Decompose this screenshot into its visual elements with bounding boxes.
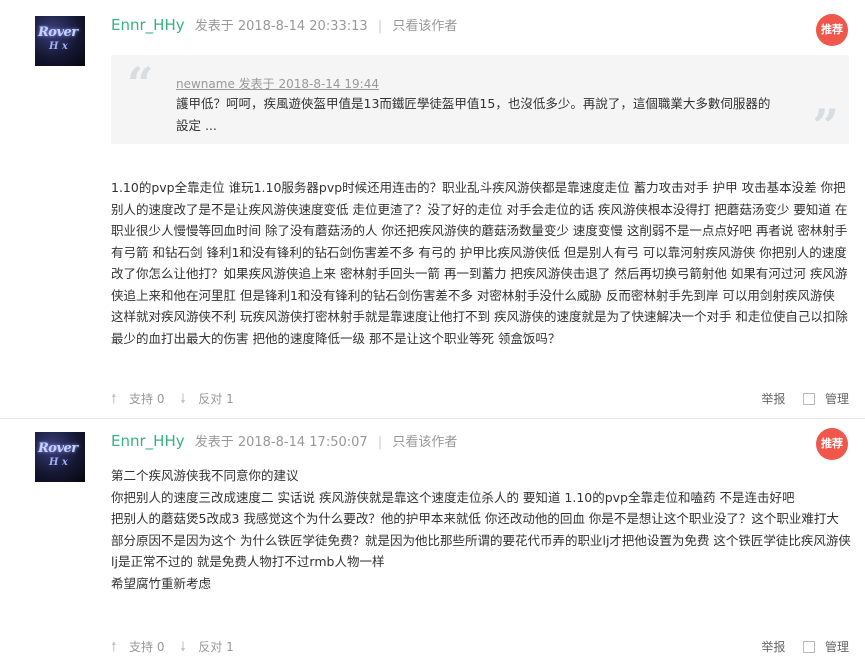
post-content: 1.10的pvp全靠走位 谁玩1.10服务器pvp时候还用连击的？职业乱斗疾风游… (111, 180, 848, 346)
avatar[interactable]: Rover H x (35, 432, 85, 482)
content-line: 你把别人的速度三改成速度二 实话说 疾风游侠就是靠这个速度走位杀人的 要知道 1… (111, 489, 795, 505)
post-tools: 举报 管理 (761, 638, 849, 655)
separator: | (377, 19, 383, 34)
recommend-badge[interactable]: 推荐 (816, 428, 848, 460)
only-author-link[interactable]: 只看该作者 (392, 19, 457, 34)
only-author-link[interactable]: 只看该作者 (392, 435, 457, 450)
arrow-down-icon: 🠗 (180, 640, 186, 655)
oppose-label: 反对 1 (198, 392, 234, 406)
content-line: 第二个疾风游侠我不同意你的建议 (111, 468, 299, 483)
oppose-label: 反对 1 (198, 640, 234, 654)
oppose-button[interactable]: 🠗 反对 1 (180, 390, 233, 412)
manage-label[interactable]: 管理 (825, 640, 849, 654)
separator: | (377, 435, 383, 450)
support-button[interactable]: 🠕 支持 0 (111, 390, 164, 412)
author-line: Ennr_HHy 发表于 2018-8-14 17:50:07 | 只看该作者 (111, 431, 457, 450)
vote-actions: 🠕 支持 0 🠗 反对 1 (111, 638, 246, 660)
support-label: 支持 0 (129, 640, 165, 654)
manage-checkbox[interactable] (803, 393, 816, 405)
post-2: Rover H x Ennr_HHy 发表于 2018-8-14 17:50:0… (0, 419, 865, 669)
arrow-up-icon: 🠕 (111, 640, 117, 655)
quote-close-icon: ” (812, 99, 839, 153)
arrow-down-icon: 🠗 (180, 392, 186, 407)
support-label: 支持 0 (129, 392, 165, 406)
manage-label[interactable]: 管理 (825, 392, 849, 406)
quote-block: “ newname 发表于 2018-8-14 19:44 護甲低？呵呵，疾風遊… (111, 55, 849, 149)
recommend-badge[interactable]: 推荐 (816, 14, 848, 46)
quote-open-icon: “ (127, 57, 154, 111)
post-1: Rover H x Ennr_HHy 发表于 2018-8-14 20:33:1… (0, 0, 865, 419)
report-link[interactable]: 举报 (761, 640, 785, 654)
oppose-button[interactable]: 🠗 反对 1 (180, 638, 233, 660)
vote-actions: 🠕 支持 0 🠗 反对 1 (111, 390, 246, 412)
post-time: 发表于 2018-8-14 20:33:13 (194, 19, 368, 34)
author-name[interactable]: Ennr_HHy (111, 16, 185, 34)
post-content: 第二个疾风游侠我不同意你的建议 你把别人的速度三改成速度二 实话说 疾风游侠就是… (111, 465, 851, 594)
quote-body: 護甲低？呵呵，疾風遊俠盔甲值是13而鐵匠學徒盔甲值15，也沒低多少。再說了，這個… (176, 96, 771, 133)
support-button[interactable]: 🠕 支持 0 (111, 638, 164, 660)
quote-header[interactable]: newname 发表于 2018-8-14 19:44 (176, 75, 379, 92)
author-name[interactable]: Ennr_HHy (111, 432, 185, 450)
post-tools: 举报 管理 (761, 390, 849, 407)
content-line: 希望腐竹重新考虑 (111, 575, 212, 591)
report-link[interactable]: 举报 (761, 392, 785, 406)
content-line: 把别人的蘑菇煲5改成3 我感觉这个为什么要改？他的护甲本来就低 你还改动他的回血… (111, 511, 851, 569)
arrow-up-icon: 🠕 (111, 392, 117, 407)
author-line: Ennr_HHy 发表于 2018-8-14 20:33:13 | 只看该作者 (111, 15, 457, 34)
manage-checkbox[interactable] (803, 641, 816, 653)
post-time: 发表于 2018-8-14 17:50:07 (194, 435, 368, 450)
avatar[interactable]: Rover H x (35, 16, 85, 66)
